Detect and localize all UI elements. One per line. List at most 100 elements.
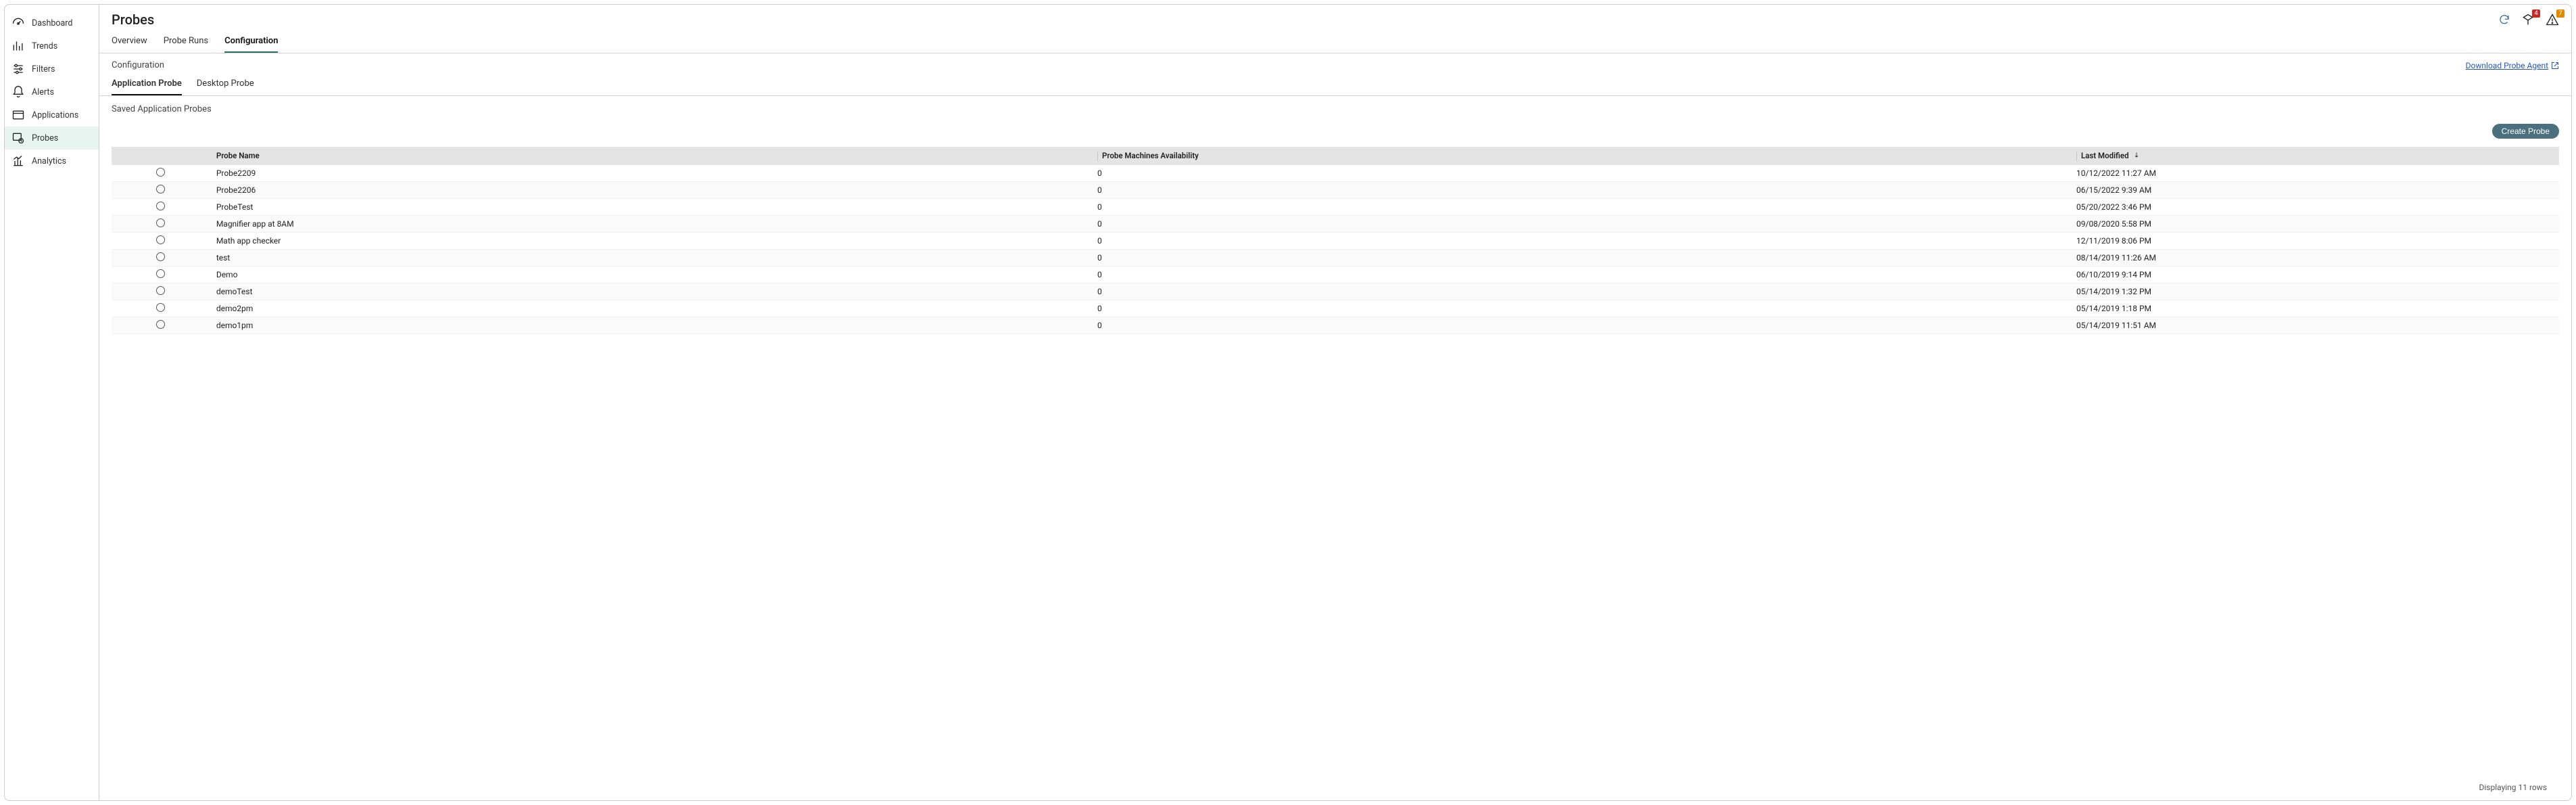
tab-probe-runs[interactable]: Probe Runs [164,36,208,53]
sidebar-item-label: Trends [32,41,57,51]
cell-last-modified: 05/14/2019 1:18 PM [2070,300,2559,317]
cell-availability: 0 [1091,232,2070,249]
cell-availability: 0 [1091,283,2070,300]
cell-availability: 0 [1091,181,2070,198]
download-link-text: Download Probe Agent [2466,61,2548,70]
sidebar-item-label: Filters [32,64,55,74]
external-link-icon [2551,62,2559,70]
cell-last-modified: 06/10/2019 9:14 PM [2070,266,2559,283]
cell-availability: 0 [1091,165,2070,182]
sidebar-item-probes[interactable]: Probes [5,127,99,150]
sidebar-item-label: Applications [32,110,78,120]
sort-desc-icon [2133,151,2140,160]
table-row[interactable]: Math app checker012/11/2019 8:06 PM [112,232,2559,249]
row-radio[interactable] [156,286,165,295]
col-probe-name[interactable]: Probe Name [210,147,1091,165]
cell-probe-name: Math app checker [210,232,1091,249]
table-row[interactable]: demo2pm005/14/2019 1:18 PM [112,300,2559,317]
pinned-alerts-badge: 4 [2532,9,2540,18]
table-row[interactable]: Demo006/10/2019 9:14 PM [112,266,2559,283]
section-label: Saved Application Probes [99,96,2571,118]
row-radio[interactable] [156,218,165,227]
cell-last-modified: 10/12/2022 11:27 AM [2070,165,2559,182]
cell-probe-name: demo1pm [210,317,1091,334]
sidebar-item-label: Analytics [32,156,66,166]
cell-availability: 0 [1091,300,2070,317]
sidebar: Dashboard Trends Filters Alerts Applicat… [5,5,99,800]
cell-last-modified: 12/11/2019 8:06 PM [2070,232,2559,249]
probes-icon [11,131,25,145]
dashboard-icon [11,16,25,30]
table-footer: Displaying 11 rows [112,777,2559,800]
cell-last-modified: 08/14/2019 11:26 AM [2070,249,2559,266]
filters-icon [11,62,25,76]
create-probe-button[interactable]: Create Probe [2492,124,2559,139]
cell-probe-name: Probe2209 [210,165,1091,182]
cell-availability: 0 [1091,317,2070,334]
table-scroll[interactable]: Probe Name Probe Machines Availability L… [112,147,2559,777]
col-last-modified[interactable]: Last Modified [2070,147,2559,165]
page-title: Probes [112,12,154,28]
sub-tabs: Application Probe Desktop Probe [99,74,2571,96]
row-radio[interactable] [156,320,165,329]
col-availability[interactable]: Probe Machines Availability [1091,147,2070,165]
cell-availability: 0 [1091,266,2070,283]
config-label: Configuration [112,60,164,70]
table-row[interactable]: test008/14/2019 11:26 AM [112,249,2559,266]
sidebar-item-analytics[interactable]: Analytics [5,150,99,172]
subtab-application-probe[interactable]: Application Probe [112,78,182,95]
probes-table: Probe Name Probe Machines Availability L… [112,147,2559,800]
pinned-alerts-button[interactable]: 4 [2521,13,2535,26]
cell-probe-name: Demo [210,266,1091,283]
top-icons: 4 7 [2498,13,2559,26]
row-radio[interactable] [156,303,165,312]
cell-availability: 0 [1091,215,2070,232]
main-panel: Probes 4 7 Overview Probe Runs Configura… [99,5,2571,800]
row-radio[interactable] [156,235,165,244]
col-select [112,147,210,165]
toolbar-row: Create Probe [99,118,2571,147]
sidebar-item-label: Probes [32,133,58,143]
topbar: Probes 4 7 [99,5,2571,28]
app-root: Dashboard Trends Filters Alerts Applicat… [4,4,2572,801]
tab-configuration[interactable]: Configuration [224,36,278,53]
row-radio[interactable] [156,269,165,278]
sidebar-item-dashboard[interactable]: Dashboard [5,12,99,34]
row-radio[interactable] [156,252,165,261]
sidebar-item-alerts[interactable]: Alerts [5,80,99,104]
cell-probe-name: test [210,249,1091,266]
warnings-button[interactable]: 7 [2546,13,2559,26]
applications-icon [11,108,25,122]
table-row[interactable]: Magnifier app at 8AM009/08/2020 5:58 PM [112,215,2559,232]
table-row[interactable]: demoTest005/14/2019 1:32 PM [112,283,2559,300]
cell-last-modified: 05/14/2019 11:51 AM [2070,317,2559,334]
cell-probe-name: demo2pm [210,300,1091,317]
cell-last-modified: 09/08/2020 5:58 PM [2070,215,2559,232]
cell-last-modified: 05/20/2022 3:46 PM [2070,198,2559,215]
cell-probe-name: Probe2206 [210,181,1091,198]
alerts-icon [11,85,25,99]
row-radio[interactable] [156,185,165,193]
tab-overview[interactable]: Overview [112,36,147,53]
subtab-desktop-probe[interactable]: Desktop Probe [197,78,254,95]
table-row[interactable]: Probe2209010/12/2022 11:27 AM [112,165,2559,182]
trends-icon [11,39,25,53]
cell-probe-name: demoTest [210,283,1091,300]
warnings-badge: 7 [2556,9,2565,18]
table-row[interactable]: demo1pm005/14/2019 11:51 AM [112,317,2559,334]
sidebar-item-label: Alerts [32,87,54,97]
analytics-icon [11,154,25,168]
sidebar-item-trends[interactable]: Trends [5,34,99,58]
table-row[interactable]: ProbeTest005/20/2022 3:46 PM [112,198,2559,215]
row-radio[interactable] [156,202,165,210]
cell-probe-name: ProbeTest [210,198,1091,215]
cell-probe-name: Magnifier app at 8AM [210,215,1091,232]
sidebar-item-filters[interactable]: Filters [5,58,99,80]
refresh-button[interactable] [2498,14,2510,26]
sidebar-item-applications[interactable]: Applications [5,104,99,127]
config-row: Configuration Download Probe Agent [99,53,2571,74]
row-radio[interactable] [156,168,165,177]
table-row[interactable]: Probe2206006/15/2022 9:39 AM [112,181,2559,198]
download-probe-agent-link[interactable]: Download Probe Agent [2466,61,2559,70]
main-tabs: Overview Probe Runs Configuration [99,28,2571,53]
